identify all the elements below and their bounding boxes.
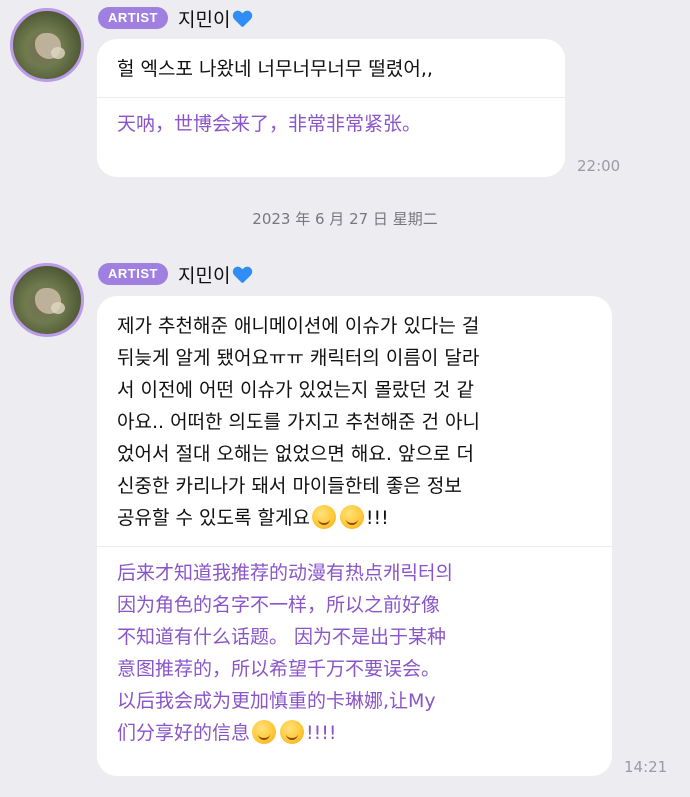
avatar[interactable] (10, 263, 84, 337)
message-text-korean-suffix: !!! (365, 507, 389, 529)
sender-name-text: 지민이 (178, 9, 231, 31)
message-text-korean: 헐 엑스포 나왔네 너무너무너무 떨렸어,, (117, 58, 433, 80)
hugging-face-emoji (280, 720, 305, 744)
message-time: 22:00 (577, 157, 621, 175)
hugging-face-emoji (252, 720, 277, 744)
blue-heart-icon (233, 11, 251, 27)
message-text-translation: 天呐，世博会来了，非常非常紧张。 (117, 113, 422, 135)
message-text-korean: 제가 추천해준 애니메이션에 이슈가 있다는 걸 뒤늦게 알게 됐어요ㅠㅠ 캐릭… (97, 296, 612, 546)
artist-badge: ARTIST (98, 7, 168, 29)
date-divider: 2023 年 6 月 27 日 星期二 (252, 210, 438, 228)
sender-name: 지민이 (178, 5, 251, 32)
message-text-translation-suffix: !!!! (306, 722, 337, 744)
sender-name-text: 지민이 (178, 265, 231, 287)
hugging-face-emoji (339, 505, 364, 529)
message-text-translation-body: 后来才知道我推荐的动漫有热点캐릭터의 因为角色的名字不一样，所以之前好像 不知道… (117, 562, 453, 744)
message-bubble[interactable]: 헐 엑스포 나왔네 너무너무너무 떨렸어,, 天呐，世博会来了，非常非常紧张。 (97, 39, 565, 177)
sender-name: 지민이 (178, 261, 251, 288)
blue-heart-icon (233, 267, 251, 283)
artist-badge: ARTIST (98, 263, 168, 285)
message-bubble[interactable]: 제가 추천해준 애니메이션에 이슈가 있다는 걸 뒤늦게 알게 됐어요ㅠㅠ 캐릭… (97, 296, 612, 776)
message-text-korean-body: 제가 추천해준 애니메이션에 이슈가 있다는 걸 뒤늦게 알게 됐어요ㅠㅠ 캐릭… (117, 315, 480, 529)
message-text-translation: 后来才知道我推荐的动漫有热点캐릭터의 因为角色的名字不一样，所以之前好像 不知道… (97, 547, 612, 763)
message-time: 14:21 (624, 758, 668, 776)
avatar[interactable] (10, 8, 84, 82)
hugging-face-emoji (311, 505, 336, 529)
